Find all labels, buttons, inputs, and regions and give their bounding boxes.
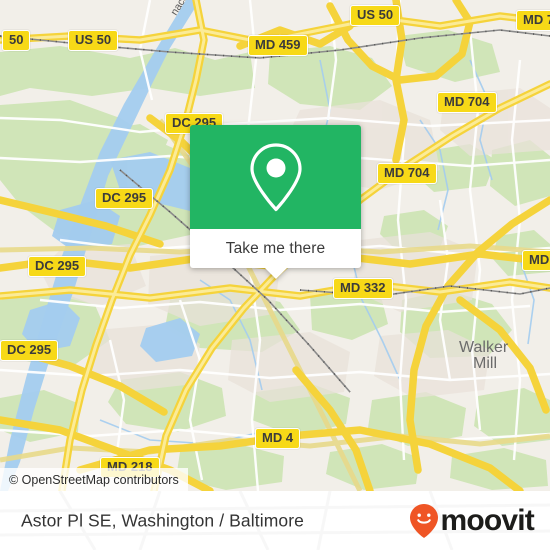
road-shield-label: US 50 [357,7,394,22]
road-shield-label: DC 295 [35,258,80,273]
callout-pointer-tail [263,267,288,279]
place-name-label: Astor Pl SE, Washington / Baltimore [21,510,304,530]
moovit-logo[interactable]: moovit [410,503,535,538]
moovit-wordmark: moovit [440,503,534,537]
road-shield: MD 459 [248,35,308,56]
road-shield-label: MD 459 [255,37,301,52]
road-shield-label: MD 2 [529,252,550,267]
road-shield: 50 [2,30,31,51]
road-shield-label: 50 [9,32,24,47]
callout-image-area [190,125,361,229]
osm-attribution-text: © OpenStreetMap contributors [9,472,179,487]
take-me-there-label: Take me there [225,239,326,257]
road-shield: MD 704 [437,92,497,113]
road-shield-label: DC 295 [102,190,147,205]
moovit-map-screenshot: nacostis Ri Walker Mill 50US 50US 50MD 4… [0,0,550,550]
road-shield-label: MD 7 [523,12,550,27]
take-me-there-button[interactable]: Take me there [190,229,361,279]
road-shield: MD 332 [333,278,393,299]
road-shield-label: MD 4 [262,430,294,445]
road-shield-label: MD 704 [384,165,430,180]
road-shield-label: MD 332 [340,280,386,295]
road-shield: MD 704 [377,163,437,184]
road-shield-label: MD 704 [444,94,490,109]
osm-attribution[interactable]: © OpenStreetMap contributors [0,468,188,491]
road-shield-label: US 50 [75,32,112,47]
moovit-pin-icon [410,503,439,538]
road-shield: DC 295 [28,256,87,277]
map-canvas[interactable]: nacostis Ri Walker Mill 50US 50US 50MD 4… [0,0,550,491]
road-shield: US 50 [350,5,401,26]
road-shield: MD 2 [522,250,550,271]
map-pin-icon [249,143,302,212]
location-callout-card[interactable]: Take me there [190,125,361,279]
road-shield-label: DC 295 [7,342,52,357]
road-shield: MD 7 [516,10,550,31]
road-shield: MD 4 [255,428,301,449]
road-shield: US 50 [68,30,119,51]
bottom-info-bar: Astor Pl SE, Washington / Baltimore moov… [0,491,550,550]
road-shield: DC 295 [95,188,154,209]
road-shield: DC 295 [0,340,59,361]
